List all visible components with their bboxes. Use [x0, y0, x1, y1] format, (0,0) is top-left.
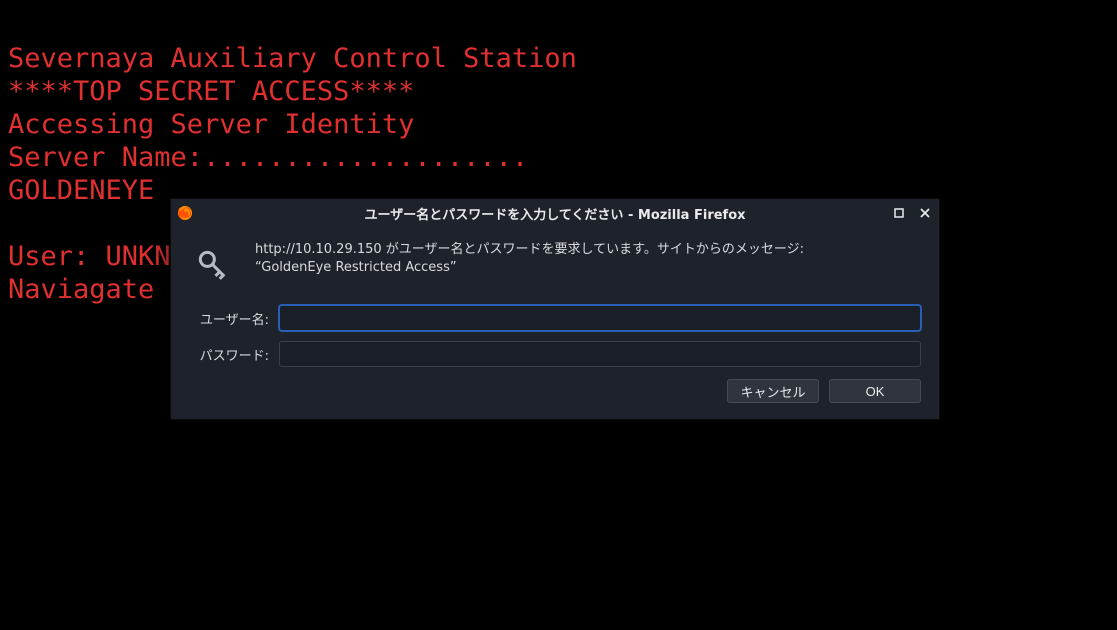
firefox-icon [177, 205, 193, 221]
dialog-message-line: “GoldenEye Restricted Access” [255, 259, 804, 277]
auth-dialog: ユーザー名とパスワードを入力してください - Mozilla Firefox [170, 198, 940, 420]
terminal-line: Server Name:.................... [8, 142, 528, 173]
password-input[interactable] [279, 341, 921, 367]
terminal-line: Naviagate [8, 274, 171, 305]
cancel-button[interactable]: キャンセル [727, 379, 819, 403]
username-input[interactable] [279, 305, 921, 331]
maximize-button[interactable] [891, 205, 907, 221]
dialog-titlebar[interactable]: ユーザー名とパスワードを入力してください - Mozilla Firefox [171, 199, 939, 227]
ok-button[interactable]: OK [829, 379, 921, 403]
password-label: パスワード: [189, 345, 269, 364]
close-button[interactable] [917, 205, 933, 221]
dialog-message: http://10.10.29.150 がユーザー名とパスワードを要求しています… [255, 241, 804, 289]
terminal-line: GOLDENEYE [8, 175, 154, 206]
username-label: ユーザー名: [189, 309, 269, 328]
terminal-line: Severnaya Auxiliary Control Station [8, 43, 577, 74]
close-icon [920, 208, 930, 218]
terminal-line: Accessing Server Identity [8, 109, 414, 140]
terminal-line: User: UNKN [8, 241, 171, 272]
dialog-message-line: http://10.10.29.150 がユーザー名とパスワードを要求しています… [255, 241, 804, 259]
maximize-icon [894, 208, 904, 218]
terminal-line: ****TOP SECRET ACCESS**** [8, 76, 414, 107]
key-icon [189, 241, 237, 289]
dialog-title: ユーザー名とパスワードを入力してください - Mozilla Firefox [171, 204, 939, 223]
dialog-content: http://10.10.29.150 がユーザー名とパスワードを要求しています… [171, 227, 939, 419]
